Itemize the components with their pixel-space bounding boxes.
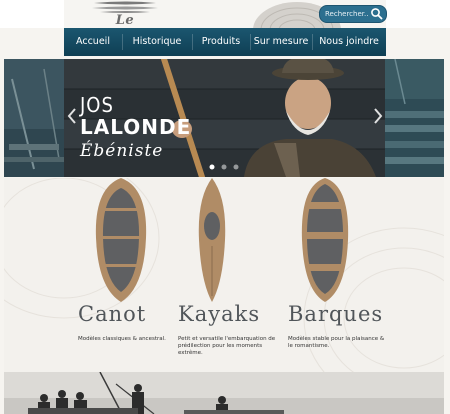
hero-title-first-name: JOS [80,93,114,117]
product-title: Kayaks [178,302,261,326]
products-section: Canot Modèles classiques & ancestral. Ka… [4,178,444,414]
rowboat-icon [301,178,349,302]
chevron-left-icon[interactable] [66,107,78,125]
product-description: Petit et versatile l'embarquation de pré… [178,336,276,356]
hero-side-photo-right [385,59,444,177]
canoe-icon [95,178,147,302]
header: Le Draveur [0,0,450,43]
main-nav: Accueil Historique Produits Sur mesure N… [64,28,386,56]
hero-side-photo-left [4,59,64,177]
nav-item-accueil[interactable]: Accueil [64,28,122,56]
canoes-logo-icon [92,1,158,13]
search-icon[interactable] [370,7,383,20]
page: Le Draveur Accueil Historique Produits S… [0,0,450,414]
hero-slider: JOS LALONDE Ébéniste [4,59,444,177]
search-box [319,5,387,23]
nav-item-sur-mesure[interactable]: Sur mesure [250,28,312,56]
hero-slide: JOS LALONDE Ébéniste [64,59,385,177]
kayak-icon [198,178,226,302]
product-title: Barques [288,302,384,326]
slider-dots [209,164,239,170]
slider-dot-2[interactable] [221,164,227,170]
logo[interactable]: Le Draveur [86,0,164,43]
product-title: Canot [78,302,147,326]
product-description: Modèles stable pour la plaisance & le ro… [288,336,385,349]
product-description: Modèles classiques & ancestral. [78,336,166,342]
hero-subtitle: Ébéniste [80,141,164,161]
nav-item-nous-joindre[interactable]: Nous joindre [312,28,386,56]
nav-item-produits[interactable]: Produits [192,28,250,56]
slider-dot-1[interactable] [209,164,215,170]
chevron-right-icon[interactable] [372,107,384,125]
hero-title-last-name: LALONDE [80,115,192,139]
slider-dot-3[interactable] [233,164,239,170]
nav-item-historique[interactable]: Historique [122,28,192,56]
search-input[interactable] [325,7,369,20]
historical-photo [4,372,444,414]
